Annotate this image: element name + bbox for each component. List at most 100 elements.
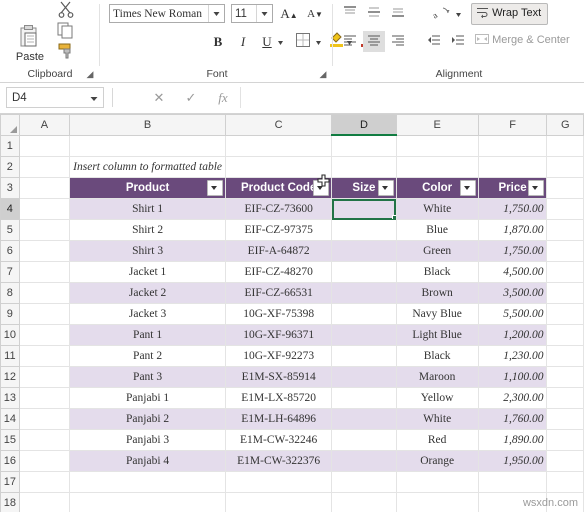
align-left-icon[interactable]: [339, 31, 361, 52]
cell-price-0[interactable]: 1,750.00: [478, 199, 547, 220]
cell-size-11[interactable]: [332, 430, 396, 451]
orientation-icon[interactable]: a: [429, 3, 455, 24]
row-header-14[interactable]: 14: [1, 409, 20, 430]
font-size-combo[interactable]: 11: [231, 4, 273, 23]
formula-input[interactable]: [240, 87, 580, 108]
borders-icon[interactable]: [291, 31, 315, 52]
cell-size-2[interactable]: [332, 241, 396, 262]
cell-color-1[interactable]: Blue: [396, 220, 478, 241]
font-name-combo[interactable]: Times New Roman: [109, 4, 225, 23]
row-header-15[interactable]: 15: [1, 430, 20, 451]
cell-size-8[interactable]: [332, 367, 396, 388]
cell-G16[interactable]: [547, 451, 584, 472]
shrink-font-button[interactable]: A▼: [304, 3, 326, 24]
cell-price-1[interactable]: 1,870.00: [478, 220, 547, 241]
row-header-7[interactable]: 7: [1, 262, 20, 283]
cell-price-2[interactable]: 1,750.00: [478, 241, 547, 262]
increase-indent-icon[interactable]: [447, 31, 469, 52]
cell-price-5[interactable]: 5,500.00: [478, 304, 547, 325]
cell-C18[interactable]: [226, 493, 332, 512]
cell-B1[interactable]: [70, 135, 226, 157]
cell-G14[interactable]: [547, 409, 584, 430]
cell-A13[interactable]: [19, 388, 69, 409]
cell-A16[interactable]: [19, 451, 69, 472]
cell-A4[interactable]: [19, 199, 69, 220]
cell-color-8[interactable]: Maroon: [396, 367, 478, 388]
cell-code-7[interactable]: 10G-XF-92273: [226, 346, 332, 367]
format-painter-button[interactable]: [56, 42, 78, 62]
cell-code-3[interactable]: EIF-CZ-48270: [226, 262, 332, 283]
cell-code-12[interactable]: E1M-CW-322376: [226, 451, 332, 472]
cell-G8[interactable]: [547, 283, 584, 304]
column-header-e[interactable]: E: [396, 115, 478, 136]
cell-price-4[interactable]: 3,500.00: [478, 283, 547, 304]
title-text[interactable]: Insert column to formatted table: [70, 157, 226, 178]
cell-E2[interactable]: [396, 157, 478, 178]
cell-code-9[interactable]: E1M-LX-85720: [226, 388, 332, 409]
row-header-8[interactable]: 8: [1, 283, 20, 304]
column-header-d[interactable]: D: [332, 115, 396, 136]
cell-color-5[interactable]: Navy Blue: [396, 304, 478, 325]
cell-A10[interactable]: [19, 325, 69, 346]
cell-A8[interactable]: [19, 283, 69, 304]
clipboard-dialog-launcher[interactable]: ◢: [84, 68, 96, 80]
cell-D18[interactable]: [332, 493, 396, 512]
cell-D2[interactable]: [332, 157, 396, 178]
cut-button[interactable]: [56, 0, 78, 20]
cell-G5[interactable]: [547, 220, 584, 241]
cell-color-12[interactable]: Orange: [396, 451, 478, 472]
table-header-4[interactable]: Price: [478, 178, 547, 199]
row-header-3[interactable]: 3: [1, 178, 20, 199]
cell-size-7[interactable]: [332, 346, 396, 367]
cell-price-12[interactable]: 1,950.00: [478, 451, 547, 472]
decrease-indent-icon[interactable]: [423, 31, 445, 52]
filter-button-0[interactable]: [207, 180, 223, 196]
cell-price-8[interactable]: 1,100.00: [478, 367, 547, 388]
chevron-down-icon[interactable]: [256, 5, 272, 22]
table-header-0[interactable]: Product: [70, 178, 226, 199]
copy-button[interactable]: [56, 21, 78, 41]
cell-F2[interactable]: [478, 157, 547, 178]
chevron-down-icon[interactable]: [208, 5, 224, 22]
font-dialog-launcher[interactable]: ◢: [317, 68, 329, 80]
cell-color-6[interactable]: Light Blue: [396, 325, 478, 346]
cell-A1[interactable]: [19, 135, 69, 157]
cell-color-10[interactable]: White: [396, 409, 478, 430]
cell-E18[interactable]: [396, 493, 478, 512]
cancel-formula-button[interactable]: ✕: [145, 87, 173, 108]
cell-C1[interactable]: [226, 135, 332, 157]
cell-A15[interactable]: [19, 430, 69, 451]
cell-color-3[interactable]: Black: [396, 262, 478, 283]
cell-G13[interactable]: [547, 388, 584, 409]
filter-button-3[interactable]: [460, 180, 476, 196]
align-right-icon[interactable]: [387, 31, 409, 52]
align-bottom-icon[interactable]: [387, 3, 409, 24]
row-header-4[interactable]: 4: [1, 199, 20, 220]
cell-size-10[interactable]: [332, 409, 396, 430]
insert-function-button[interactable]: fx: [209, 87, 237, 108]
cell-size-1[interactable]: [332, 220, 396, 241]
cell-color-0[interactable]: White: [396, 199, 478, 220]
cell-G15[interactable]: [547, 430, 584, 451]
cell-G12[interactable]: [547, 367, 584, 388]
cell-price-10[interactable]: 1,760.00: [478, 409, 547, 430]
row-header-17[interactable]: 17: [1, 472, 20, 493]
cell-code-1[interactable]: EIF-CZ-97375: [226, 220, 332, 241]
underline-dropdown[interactable]: [275, 31, 285, 52]
column-header-c[interactable]: C: [226, 115, 332, 136]
cell-A14[interactable]: [19, 409, 69, 430]
cell-code-0[interactable]: EIF-CZ-73600: [226, 199, 332, 220]
cell-A3[interactable]: [19, 178, 69, 199]
cell-size-0[interactable]: [332, 199, 396, 220]
cell-code-4[interactable]: EIF-CZ-66531: [226, 283, 332, 304]
cell-color-4[interactable]: Brown: [396, 283, 478, 304]
cell-C17[interactable]: [226, 472, 332, 493]
cell-code-6[interactable]: 10G-XF-96371: [226, 325, 332, 346]
cell-code-2[interactable]: EIF-A-64872: [226, 241, 332, 262]
cell-product-7[interactable]: Pant 2: [70, 346, 226, 367]
cell-B17[interactable]: [70, 472, 226, 493]
table-header-2[interactable]: Size: [332, 178, 396, 199]
cell-code-10[interactable]: E1M-LH-64896: [226, 409, 332, 430]
cell-color-7[interactable]: Black: [396, 346, 478, 367]
row-header-11[interactable]: 11: [1, 346, 20, 367]
